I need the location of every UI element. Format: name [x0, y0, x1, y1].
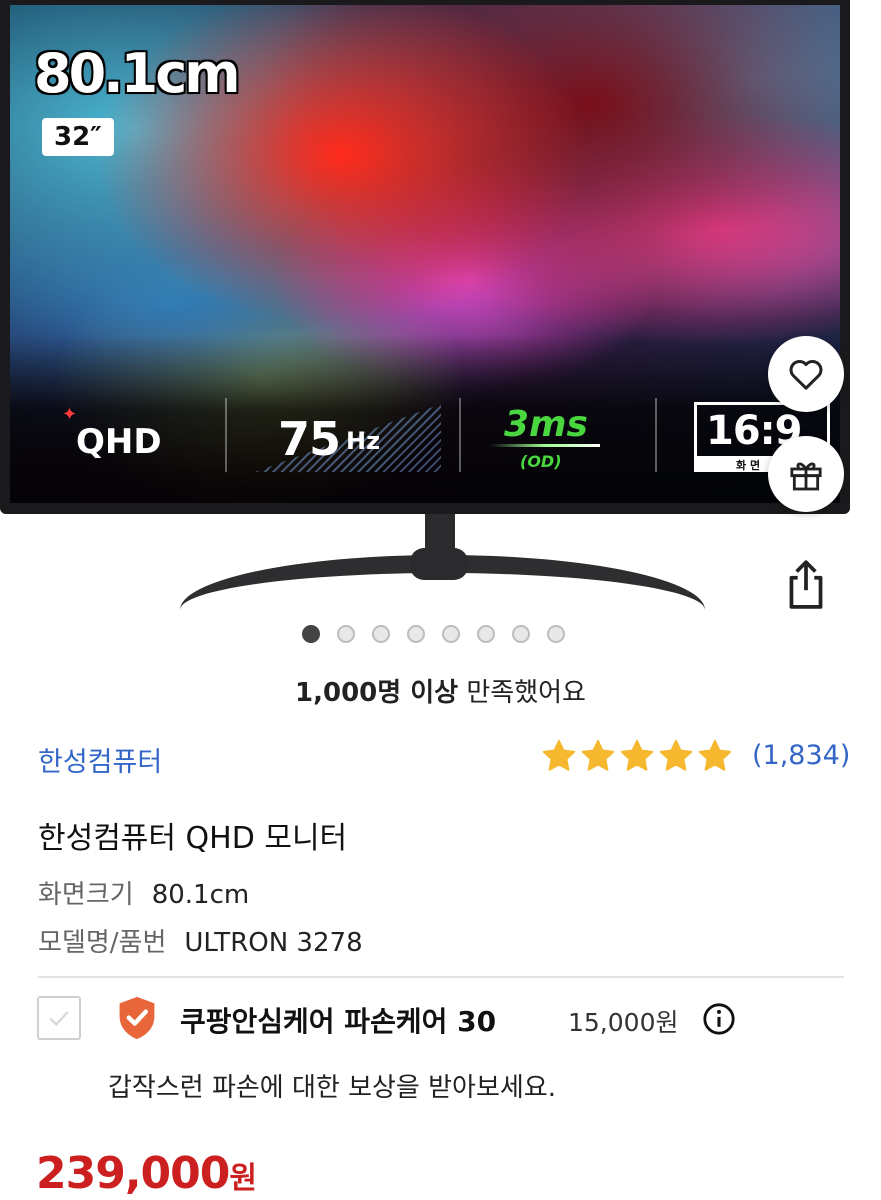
gift-button[interactable] — [768, 436, 844, 512]
refresh-rate-value: 75 — [278, 412, 341, 466]
review-count-link[interactable]: (1,834) — [752, 740, 850, 771]
rating-stars[interactable] — [541, 738, 733, 774]
spec-divider — [459, 398, 461, 472]
carousel-dot[interactable] — [302, 625, 320, 643]
gift-icon — [790, 462, 822, 491]
star-icon — [542, 739, 576, 771]
attribute-row: 모델명/품번 ULTRON 3278 — [38, 922, 363, 959]
satisfaction-count: 1,000명 이상 — [295, 678, 459, 708]
attribute-value: 80.1cm — [151, 880, 250, 910]
product-title: 한성컴퓨터 QHD 모니터 — [38, 821, 348, 856]
info-icon[interactable] — [702, 1002, 736, 1036]
divider — [38, 976, 844, 978]
share-icon — [789, 560, 823, 609]
aspect-ratio-sub: 화 면 — [736, 459, 761, 472]
brand-link[interactable]: 한성컴퓨터 — [38, 740, 162, 779]
qhd-badge: QHD — [76, 422, 162, 462]
image-carousel-indicator[interactable] — [302, 625, 565, 643]
size-inch-badge: 32″ — [42, 118, 114, 156]
care-plan-name: 쿠팡안심케어 파손케어 30 — [180, 1005, 497, 1038]
satisfaction-text: 만족했어요 — [458, 678, 586, 708]
check-icon — [49, 1011, 69, 1027]
star-icon — [698, 739, 732, 771]
carousel-dot[interactable] — [547, 625, 565, 643]
carousel-dot[interactable] — [442, 625, 460, 643]
heart-icon — [789, 359, 823, 390]
refresh-rate-unit: Hz — [346, 427, 381, 455]
shield-icon — [119, 996, 155, 1040]
satisfaction-summary: 1,000명 이상 만족했어요 — [0, 672, 881, 709]
carousel-dot[interactable] — [337, 625, 355, 643]
carousel-dot[interactable] — [407, 625, 425, 643]
care-plan-description: 갑작스런 파손에 대한 보상을 받아보세요. — [108, 1073, 556, 1103]
attribute-key: 모델명/품번 — [38, 928, 167, 958]
response-time-sub: (OD) — [520, 452, 562, 471]
star-icon — [659, 739, 693, 771]
star-icon — [581, 739, 615, 771]
sparkle-icon: ✦ — [62, 404, 78, 425]
care-plan-price: 15,000원 — [568, 1008, 679, 1037]
price-unit: 원 — [229, 1161, 257, 1196]
carousel-dot[interactable] — [477, 625, 495, 643]
spec-divider — [225, 398, 227, 472]
carousel-dot[interactable] — [512, 625, 530, 643]
attribute-row: 화면크기 80.1cm — [38, 874, 249, 911]
attribute-value: ULTRON 3278 — [184, 928, 363, 958]
size-cm-label: 80.1cm — [34, 42, 241, 105]
care-checkbox[interactable] — [37, 996, 81, 1040]
product-price: 239,000원 — [36, 1148, 257, 1199]
star-icon — [620, 739, 654, 771]
carousel-dot[interactable] — [372, 625, 390, 643]
share-button[interactable] — [770, 548, 842, 620]
monitor-stand-hub — [410, 548, 468, 580]
response-time-badge: 3ms — [504, 404, 588, 445]
attribute-key: 화면크기 — [38, 880, 134, 910]
wishlist-button[interactable] — [768, 336, 844, 412]
spec-divider — [655, 398, 657, 472]
price-amount: 239,000 — [36, 1148, 230, 1199]
product-image[interactable]: 80.1cm 32″ ✦ QHD 75 Hz 3ms (OD) 16:9 화 면 — [0, 0, 881, 620]
